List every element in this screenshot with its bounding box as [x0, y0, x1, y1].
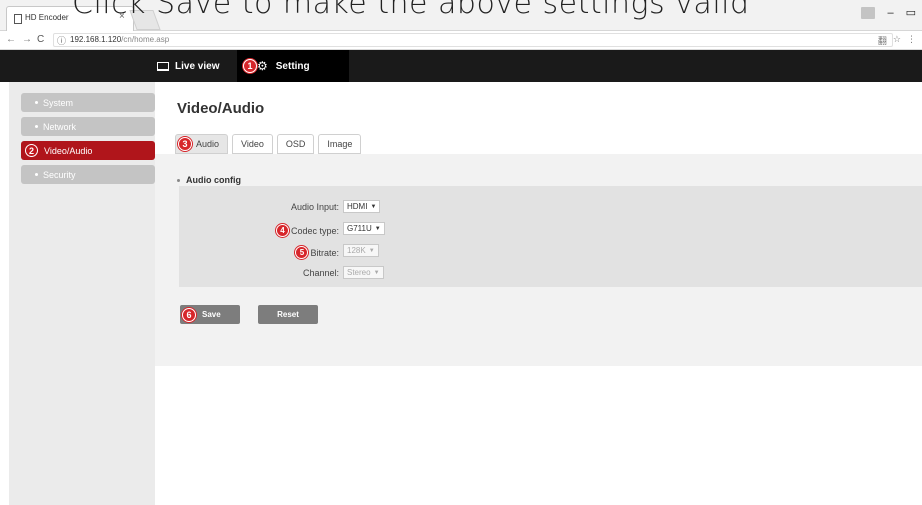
dropdown-arrow-icon: ▼ — [368, 247, 375, 254]
monitor-icon — [157, 61, 169, 71]
field-label: 4 Codec type: — [275, 224, 339, 237]
codec-type-select[interactable]: G711U ▼ — [343, 222, 385, 235]
tab-audio[interactable]: 3 Audio — [175, 134, 229, 154]
reset-button[interactable]: Reset — [258, 305, 318, 324]
bitrate-select[interactable]: 128K ▼ — [343, 244, 379, 257]
field-label-text: Bitrate: — [310, 247, 339, 258]
info-icon[interactable]: ⓘ — [57, 34, 66, 47]
dropdown-arrow-icon: ▼ — [370, 203, 377, 210]
user-icon[interactable] — [861, 6, 876, 19]
sidebar-item-label: Network — [43, 121, 77, 132]
main-panel: Video/Audio 3 Audio Video OSD Image Audi… — [155, 82, 922, 505]
gear-icon: ⚙ — [257, 59, 268, 73]
section-title: Audio config — [177, 175, 241, 185]
bullet-icon — [35, 101, 38, 104]
tab-label: Video — [241, 139, 264, 149]
select-value: Stereo — [347, 268, 371, 277]
tab-image[interactable]: Image — [318, 134, 362, 154]
url-path: /cn/home.asp — [121, 35, 170, 44]
bullet-icon — [35, 173, 38, 176]
select-value: G711U — [347, 224, 372, 233]
sidebar: System Network 2 Video/Audio Security — [9, 82, 155, 505]
dropdown-arrow-icon: ▼ — [373, 269, 380, 276]
step-marker-3: 3 — [178, 137, 192, 151]
sidebar-item-video-audio[interactable]: 2 Video/Audio — [21, 141, 155, 160]
url-text: 192.168.1.120/cn/home.asp — [70, 35, 169, 44]
bookmark-star-icon[interactable]: ☆ — [893, 34, 901, 47]
audio-config-form: Audio Input: HDMI ▼ 4 Codec type: G711U ▼ … — [179, 186, 922, 287]
address-bar-row: ← → C ⓘ 192.168.1.120/cn/home.asp 翻 ☆ ⋮ — [0, 31, 922, 50]
field-bitrate: 5 Bitrate: 128K ▼ — [179, 244, 459, 259]
bullet-icon — [35, 125, 38, 128]
bullet-icon — [177, 178, 180, 182]
select-value: 128K — [347, 246, 366, 255]
step-marker-5: 5 — [295, 246, 309, 259]
maximize-icon[interactable]: ▭ — [906, 6, 916, 19]
dropdown-arrow-icon: ▼ — [374, 225, 381, 232]
page-icon — [14, 14, 22, 24]
sidebar-item-system[interactable]: System — [21, 93, 155, 112]
tab-label: Image — [327, 139, 353, 149]
reload-icon[interactable]: C — [37, 34, 44, 45]
field-channel: Channel: Stereo ▼ — [179, 266, 459, 280]
nav-setting[interactable]: 1 ⚙ Setting — [237, 50, 349, 82]
url-host: 192.168.1.120 — [70, 35, 122, 44]
step-marker-2: 2 — [25, 144, 38, 157]
channel-select[interactable]: Stereo ▼ — [343, 266, 384, 279]
step-marker-4: 4 — [275, 224, 289, 237]
tab-label: OSD — [285, 139, 306, 149]
field-codec-type: 4 Codec type: G711U ▼ — [179, 222, 459, 237]
select-value: HDMI — [347, 202, 368, 211]
browser-tab-title: HD Encoder — [25, 13, 69, 22]
nav-live-view-label: Live view — [175, 60, 220, 72]
tab-video[interactable]: Video — [232, 134, 273, 154]
field-label-text: Codec type: — [290, 225, 339, 236]
tab-label: Audio — [196, 139, 220, 149]
sidebar-item-security[interactable]: Security — [21, 165, 155, 184]
back-icon[interactable]: ← — [6, 34, 16, 45]
field-audio-input: Audio Input: HDMI ▼ — [179, 200, 459, 214]
tab-osd[interactable]: OSD — [276, 134, 315, 154]
save-button[interactable]: 6 Save — [180, 305, 240, 324]
translate-icon[interactable]: 翻 — [878, 34, 887, 47]
step-marker-6: 6 — [182, 307, 196, 322]
field-label: Audio Input: — [290, 202, 339, 212]
url-field[interactable]: ⓘ 192.168.1.120/cn/home.asp — [53, 33, 893, 47]
sidebar-item-label: System — [43, 97, 74, 108]
menu-icon[interactable]: ⋮ — [907, 34, 916, 47]
section-title-text: Audio config — [186, 175, 241, 185]
address-bar-actions: 翻 ☆ ⋮ — [878, 34, 916, 47]
nav-setting-label: Setting — [275, 60, 310, 72]
forward-icon[interactable]: → — [22, 34, 32, 45]
sidebar-item-network[interactable]: Network — [21, 117, 155, 136]
step-marker-1: 1 — [243, 59, 257, 73]
page-title: Video/Audio — [177, 100, 265, 117]
nav-live-view[interactable]: Live view — [157, 50, 219, 82]
overlay-caption: Click Save to make the above settings va… — [72, 0, 750, 21]
app-header: Live view 1 ⚙ Setting — [0, 50, 922, 82]
window-controls: – ▭ — [861, 6, 916, 19]
sidebar-item-label: Security — [43, 169, 76, 180]
sidebar-item-label: Video/Audio — [44, 145, 93, 156]
field-label: Channel: — [302, 268, 339, 278]
settings-tabs: 3 Audio Video OSD Image — [175, 134, 362, 154]
audio-input-select[interactable]: HDMI ▼ — [343, 200, 381, 213]
save-button-label: Save — [202, 310, 221, 319]
field-label: 5 Bitrate: — [295, 246, 339, 259]
minimize-icon[interactable]: – — [887, 7, 893, 19]
